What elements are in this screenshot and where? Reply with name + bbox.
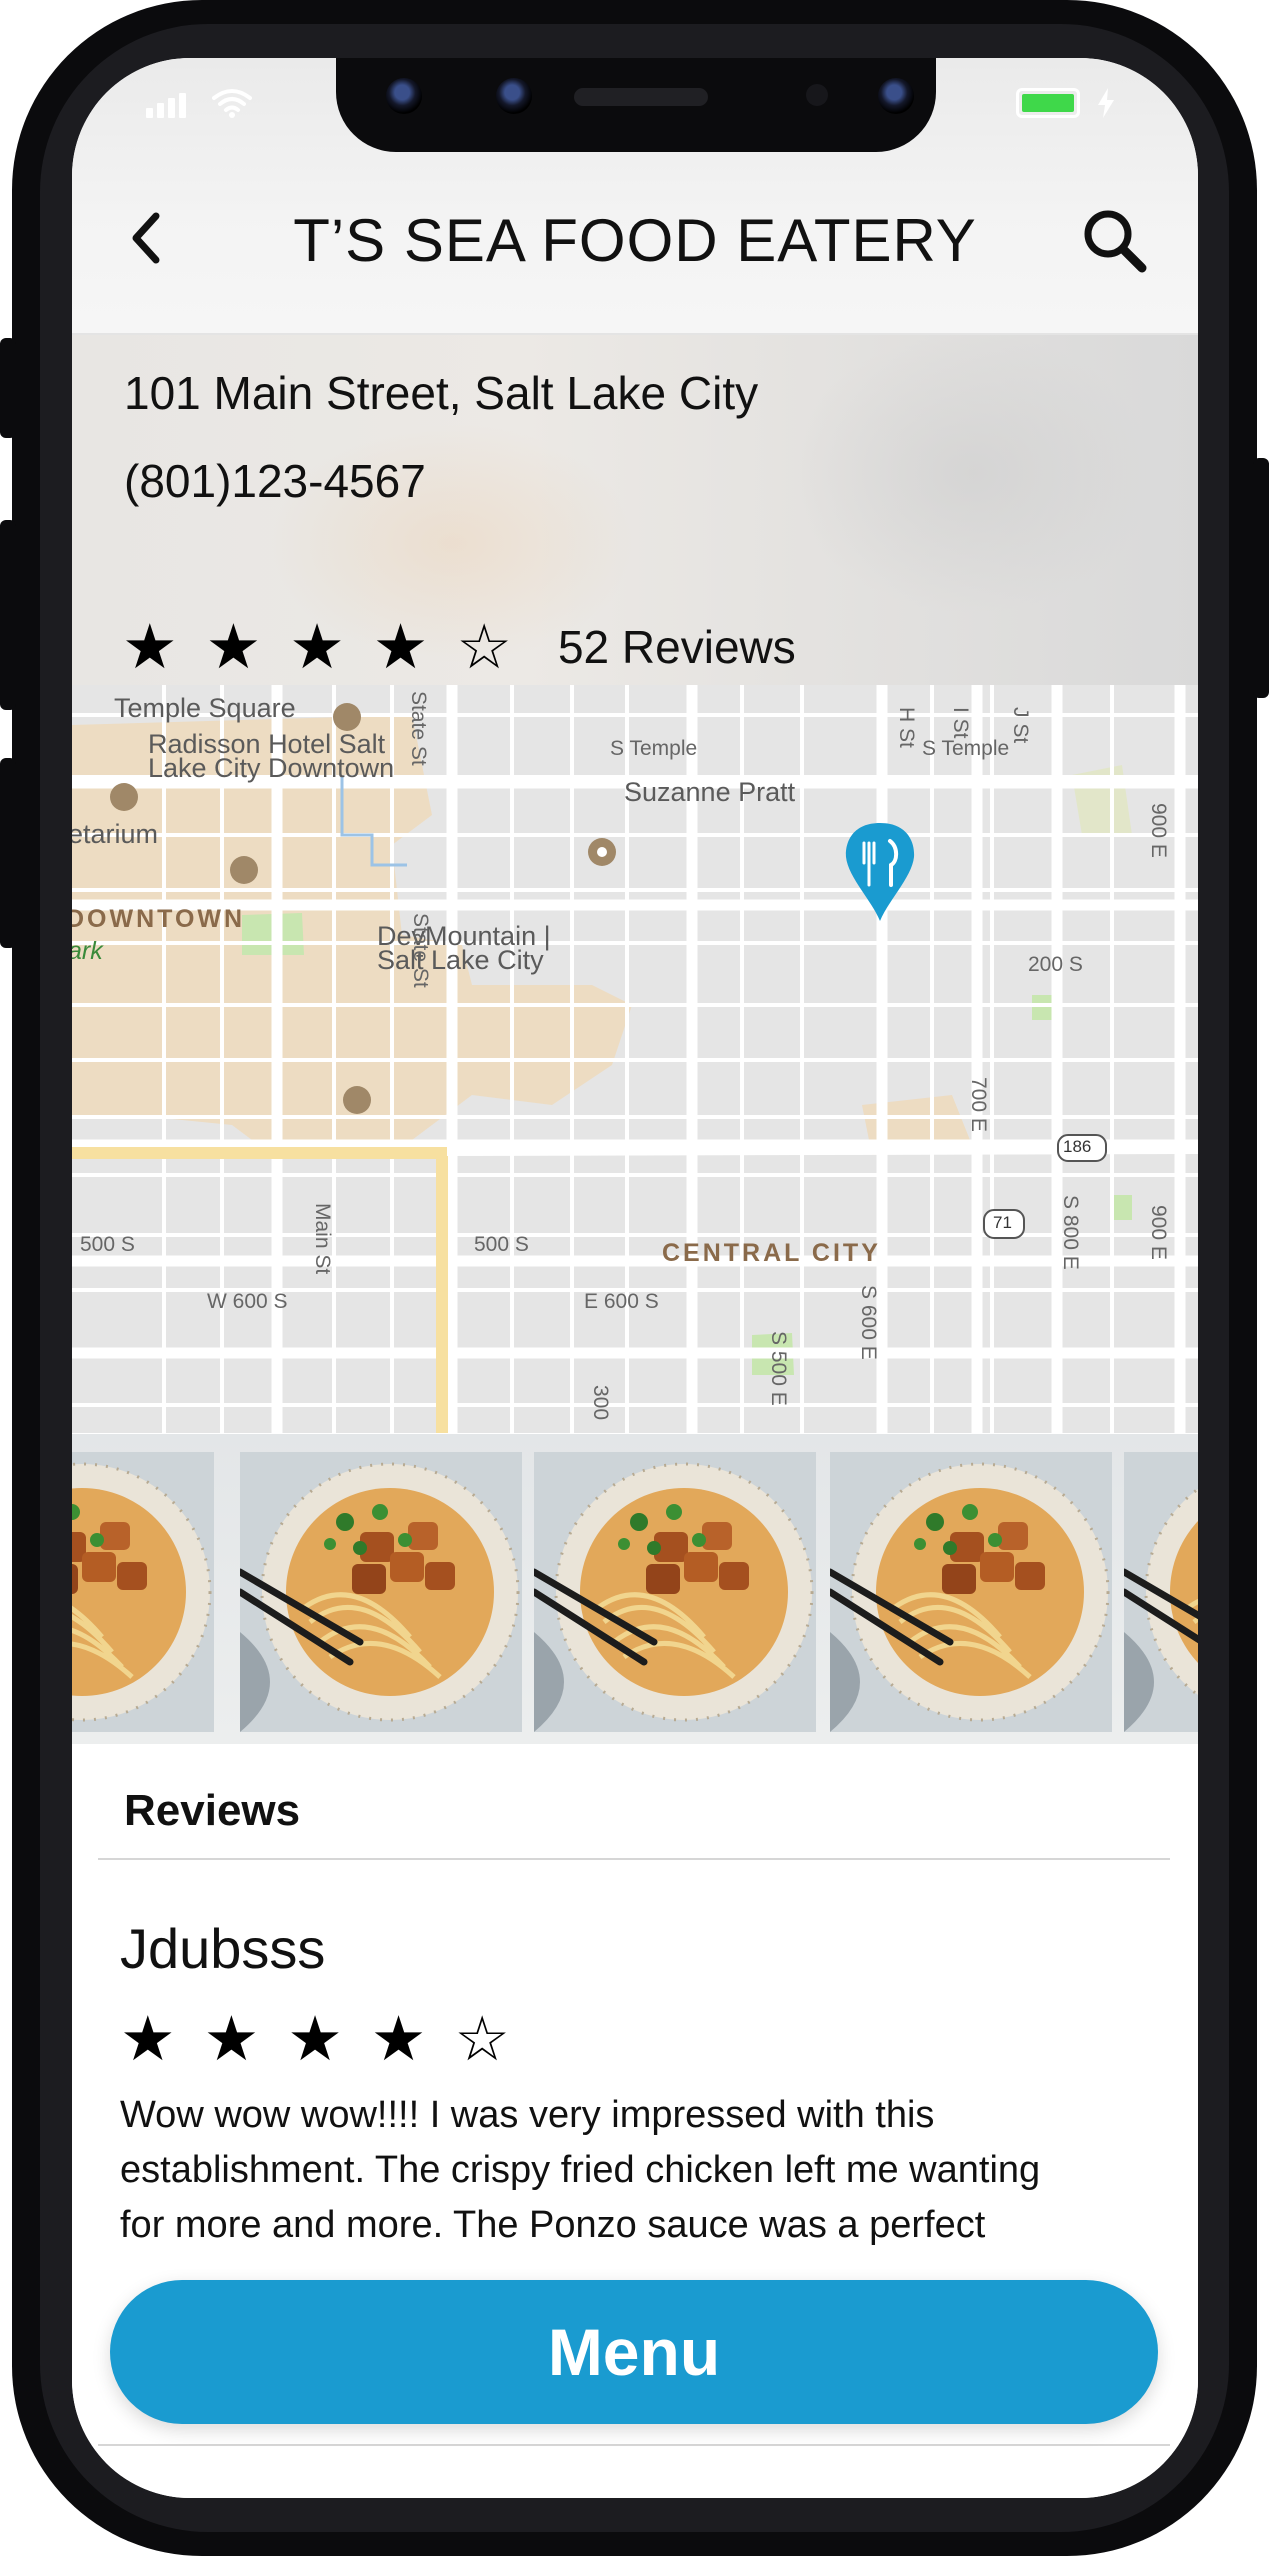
map-label-h-st: H St: [895, 707, 918, 748]
map-label-state-st-1: State St: [407, 691, 430, 766]
face-sensor-icon: [496, 78, 532, 114]
front-camera-icon: [386, 78, 422, 114]
volume-down-button: [0, 758, 16, 948]
map-label-main-st: Main St: [311, 1203, 334, 1275]
ramen-bowl-photo[interactable]: [1124, 1452, 1198, 1732]
star-filled-icon: ★: [370, 2002, 427, 2075]
temple-icon: [333, 703, 361, 731]
restaurant-phone[interactable]: (801)123-4567: [124, 454, 426, 508]
map-label-e300: 300: [589, 1385, 612, 1421]
star-filled-icon: ★: [372, 610, 429, 683]
landmark-icon: [230, 856, 258, 884]
map-label-park: ark: [72, 937, 103, 965]
map-label-s500e: S 500 E: [767, 1331, 790, 1406]
map-label-devmountain-2: Salt Lake City: [377, 945, 544, 975]
star-filled-icon: ★: [287, 2002, 343, 2075]
map-label-e900-2: 900 E: [1147, 1205, 1170, 1260]
star-filled-icon: ★: [203, 2002, 260, 2075]
location-map[interactable]: Temple Square Radisson Hotel Salt Lake Cit…: [72, 685, 1198, 1433]
ramen-bowl-image: [72, 1452, 214, 1732]
star-filled-icon: ★: [289, 610, 345, 683]
map-label-s-temple-2: S Temple: [922, 737, 1010, 760]
page-title: T’S SEA FOOD EATERY: [293, 207, 977, 274]
wifi-icon: [212, 89, 252, 118]
map-label-e700: 700 E: [967, 1077, 990, 1132]
dot-projector-icon: [878, 78, 914, 114]
map-label-i-st: I St: [949, 707, 972, 739]
map-label-state-st-2: State St: [409, 913, 432, 988]
list-divider: [98, 2444, 1170, 2446]
map-label-central-city: CENTRAL CITY: [662, 1239, 881, 1267]
ramen-bowl-image: [534, 1452, 816, 1732]
proximity-sensor: [806, 84, 828, 106]
map-label-s800e: S 800 E: [1059, 1195, 1082, 1270]
signal-icon: [146, 93, 186, 118]
map-label-e600s: E 600 S: [584, 1290, 659, 1313]
restaurant-info: 101 Main Street, Salt Lake City (801)123…: [72, 333, 1198, 685]
reviews-heading: Reviews: [124, 1786, 301, 1835]
search-button[interactable]: [1080, 206, 1150, 276]
star-filled-icon: ★: [120, 2002, 176, 2075]
status-bar-left: [146, 88, 252, 118]
search-icon: [1084, 210, 1147, 273]
map-label-s500-2: 500 S: [474, 1233, 529, 1256]
map-label-route-71: 71: [993, 1213, 1012, 1232]
map-label-e900-1: 900 E: [1147, 803, 1170, 858]
mute-switch: [0, 338, 16, 438]
ramen-bowl-photo[interactable]: [534, 1452, 816, 1732]
map-label-temple-square: Temple Square: [114, 693, 296, 723]
volume-up-button: [0, 520, 16, 710]
back-button[interactable]: [116, 208, 176, 268]
map-label-s600e: S 600 E: [857, 1285, 880, 1360]
speaker-grille: [574, 88, 708, 106]
review-body: Wow wow wow!!!! I was very impressed wit…: [120, 2094, 1041, 2260]
review-rating-stars: ★ ★ ★ ★ ☆: [120, 2008, 510, 2070]
menu-button[interactable]: Menu: [110, 2280, 1158, 2424]
map-label-s-temple-1: S Temple: [610, 737, 698, 760]
map-label-w600s: W 600 S: [207, 1290, 288, 1313]
rating-stars: ★ ★ ★ ★ ☆: [122, 616, 512, 678]
map-label-s500-1: 500 S: [80, 1233, 135, 1256]
charging-bolt-icon: [1098, 88, 1114, 118]
ramen-bowl-image: [1124, 1452, 1198, 1732]
reviews-count[interactable]: 52 Reviews: [558, 620, 796, 674]
map-label-s200: 200 S: [1028, 953, 1083, 976]
map-label-downtown: DOWNTOWN: [72, 905, 246, 933]
power-button: [1253, 458, 1269, 698]
app-screen: T’S SEA FOOD EATERY 101 Main Street, Sal…: [72, 58, 1198, 2498]
hotel-icon: [110, 783, 138, 811]
review-author[interactable]: Jdubsss: [120, 1916, 325, 1981]
star-filled-icon: ★: [205, 610, 262, 683]
ramen-bowl-photo[interactable]: [240, 1452, 522, 1732]
map-label-suzanne-pratt: Suzanne Pratt: [624, 777, 796, 807]
map-label-route-186: 186: [1063, 1137, 1092, 1156]
map-label-j-st: J St: [1009, 707, 1032, 744]
school-icon: [343, 1086, 371, 1114]
map-label-radisson-2: Lake City Downtown: [148, 753, 395, 783]
ramen-bowl-photo[interactable]: [830, 1452, 1112, 1732]
restaurant-rating: ★ ★ ★ ★ ☆ 52 Reviews: [122, 616, 796, 678]
map-label-planetarium: etarium: [72, 819, 159, 849]
ramen-bowl-image: [240, 1452, 522, 1732]
ramen-bowl-image: [830, 1452, 1112, 1732]
chevron-left-icon: [132, 212, 160, 264]
star-filled-icon: ★: [122, 610, 178, 683]
ramen-bowl-photo[interactable]: [72, 1452, 214, 1732]
reviews-divider: [98, 1858, 1170, 1860]
battery-icon: [1016, 88, 1080, 118]
star-empty-icon: ☆: [454, 2002, 510, 2075]
photo-carousel[interactable]: [72, 1434, 1198, 1744]
restaurant-address[interactable]: 101 Main Street, Salt Lake City: [124, 366, 758, 420]
notch: [336, 58, 936, 152]
star-empty-icon: ☆: [456, 610, 512, 683]
